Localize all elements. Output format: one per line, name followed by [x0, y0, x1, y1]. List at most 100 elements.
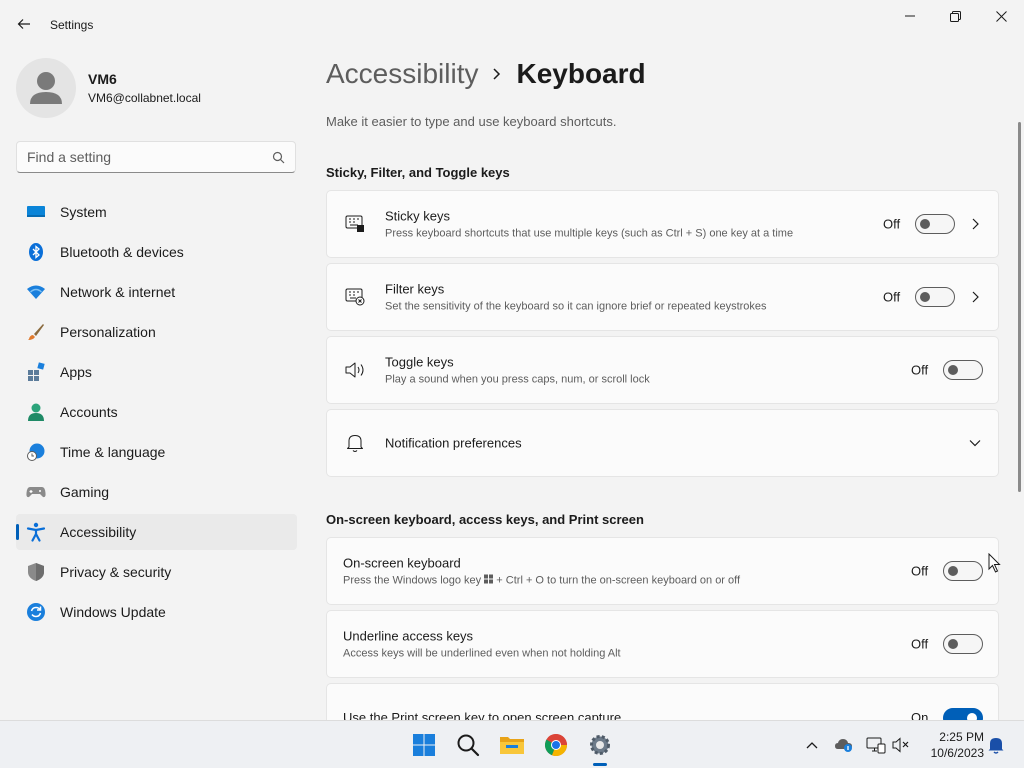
search-icon[interactable]	[452, 729, 484, 761]
system-icon	[26, 202, 46, 222]
filter-keys-card[interactable]: Filter keys Set the sensitivity of the k…	[326, 263, 999, 331]
card-description: Press keyboard shortcuts that use multip…	[385, 227, 794, 240]
sidebar-item-label: Privacy & security	[60, 564, 172, 580]
sidebar-item-label: Windows Update	[60, 604, 166, 620]
user-avatar-icon	[30, 72, 62, 104]
sticky-keys-card[interactable]: Sticky keys Press keyboard shortcuts tha…	[326, 190, 999, 258]
card-title: Notification preferences	[385, 435, 522, 451]
toggle-state-label: Off	[911, 362, 929, 378]
sidebar-item-windows-update[interactable]: Windows Update	[16, 594, 297, 630]
section-title: Sticky, Filter, and Toggle keys	[326, 165, 510, 180]
volume-muted-icon[interactable]	[892, 735, 912, 755]
sidebar-item-apps[interactable]: Apps	[16, 354, 297, 390]
minimize-icon	[905, 15, 915, 17]
sidebar-item-accounts[interactable]: Accounts	[16, 394, 297, 430]
scrollbar[interactable]	[1018, 122, 1021, 492]
restore-button[interactable]	[932, 0, 978, 32]
user-profile[interactable]: VM6 VM6@collabnet.local	[16, 58, 201, 118]
clock[interactable]: 2:25 PM 10/6/2023	[920, 729, 984, 761]
sidebar-item-label: Apps	[60, 364, 92, 380]
sidebar-item-label: Gaming	[60, 484, 110, 500]
minimize-button[interactable]	[887, 0, 933, 32]
network-icon[interactable]	[866, 735, 886, 755]
sidebar-nav: System Bluetooth & devices Network & int…	[16, 194, 297, 634]
sidebar-item-bluetooth-devices[interactable]: Bluetooth & devices	[16, 234, 297, 270]
card-title: Sticky keys	[385, 208, 451, 224]
page-description: Make it easier to type and use keyboard …	[326, 114, 617, 129]
underline-access-keys-toggle[interactable]	[943, 634, 983, 654]
sidebar-item-label: Time & language	[60, 444, 166, 460]
close-button[interactable]	[978, 0, 1024, 32]
sidebar-item-accessibility[interactable]: Accessibility	[16, 514, 297, 550]
section-title: On-screen keyboard, access keys, and Pri…	[326, 512, 644, 527]
speaker-icon	[343, 358, 367, 382]
card-title: Use the Print screen key to open screen …	[343, 710, 622, 720]
page-title: Keyboard	[516, 58, 646, 89]
profile-email: VM6@collabnet.local	[88, 91, 201, 105]
restore-icon	[949, 10, 961, 22]
gamepad-icon	[26, 482, 46, 502]
filter-keys-icon	[343, 285, 367, 309]
on-screen-keyboard-toggle[interactable]	[943, 561, 983, 581]
sticky-keys-icon	[343, 212, 367, 236]
search-box[interactable]	[16, 141, 296, 173]
sidebar: VM6 VM6@collabnet.local System Bluetooth…	[0, 48, 310, 720]
toggle-keys-toggle[interactable]	[943, 360, 983, 380]
card-description: Set the sensitivity of the keyboard so i…	[385, 300, 767, 313]
card-description: Play a sound when you press caps, num, o…	[385, 373, 650, 386]
sidebar-item-personalization[interactable]: Personalization	[16, 314, 297, 350]
toggle-state-label: On	[911, 710, 929, 720]
sidebar-item-network[interactable]: Network & internet	[16, 274, 297, 310]
notification-bell-icon[interactable]	[986, 735, 1006, 755]
sidebar-item-label: Accounts	[60, 404, 118, 420]
card-title: Filter keys	[385, 281, 445, 297]
back-arrow-icon	[17, 19, 30, 29]
clock-date: 10/6/2023	[930, 746, 984, 760]
accessibility-icon	[26, 522, 46, 542]
chrome-icon[interactable]	[540, 729, 572, 761]
title-bar: Settings	[0, 0, 1024, 48]
card-title: On-screen keyboard	[343, 555, 461, 571]
settings-icon[interactable]	[584, 729, 616, 761]
sidebar-item-gaming[interactable]: Gaming	[16, 474, 297, 510]
chevron-up-icon[interactable]	[802, 735, 822, 755]
onedrive-icon[interactable]	[834, 735, 854, 755]
chevron-down-icon[interactable]	[967, 435, 983, 451]
card-description: Press the Windows logo key + Ctrl + O to…	[343, 574, 741, 587]
search-input[interactable]	[27, 149, 272, 165]
filter-keys-toggle[interactable]	[915, 287, 955, 307]
sidebar-item-system[interactable]: System	[16, 194, 297, 230]
notification-preferences-card[interactable]: Notification preferences	[326, 409, 999, 477]
mouse-cursor-icon	[988, 553, 1001, 573]
toggle-keys-card: Toggle keys Play a sound when you press …	[326, 336, 999, 404]
windows-start-icon[interactable]	[408, 729, 440, 761]
sidebar-item-label: Accessibility	[60, 524, 137, 540]
sticky-keys-toggle[interactable]	[915, 214, 955, 234]
card-description: Access keys will be underlined even when…	[343, 647, 621, 660]
apps-icon	[26, 362, 46, 382]
on-screen-keyboard-card: On-screen keyboard Press the Windows log…	[326, 537, 999, 605]
back-button[interactable]	[8, 10, 40, 38]
toggle-state-label: Off	[883, 289, 901, 305]
chevron-right-icon[interactable]	[967, 289, 983, 305]
underline-access-keys-card: Underline access keys Access keys will b…	[326, 610, 999, 678]
sidebar-item-time-language[interactable]: Time & language	[16, 434, 297, 470]
windows-logo-icon	[484, 574, 494, 587]
avatar	[16, 58, 76, 118]
sidebar-item-label: Personalization	[60, 324, 156, 340]
close-icon	[995, 10, 1007, 22]
card-title: Toggle keys	[385, 354, 454, 370]
active-app-indicator	[593, 763, 607, 766]
breadcrumb: Accessibility Keyboard	[326, 58, 646, 90]
bluetooth-icon	[26, 242, 46, 262]
search-icon[interactable]	[272, 151, 285, 164]
print-screen-toggle[interactable]	[943, 708, 983, 720]
shield-icon	[26, 562, 46, 582]
file-explorer-icon[interactable]	[496, 729, 528, 761]
chevron-right-icon[interactable]	[967, 216, 983, 232]
profile-name: VM6	[88, 71, 117, 87]
chevron-right-icon	[492, 68, 502, 80]
sidebar-item-privacy-security[interactable]: Privacy & security	[16, 554, 297, 590]
breadcrumb-parent[interactable]: Accessibility	[326, 58, 478, 90]
toggle-state-label: Off	[883, 216, 901, 232]
